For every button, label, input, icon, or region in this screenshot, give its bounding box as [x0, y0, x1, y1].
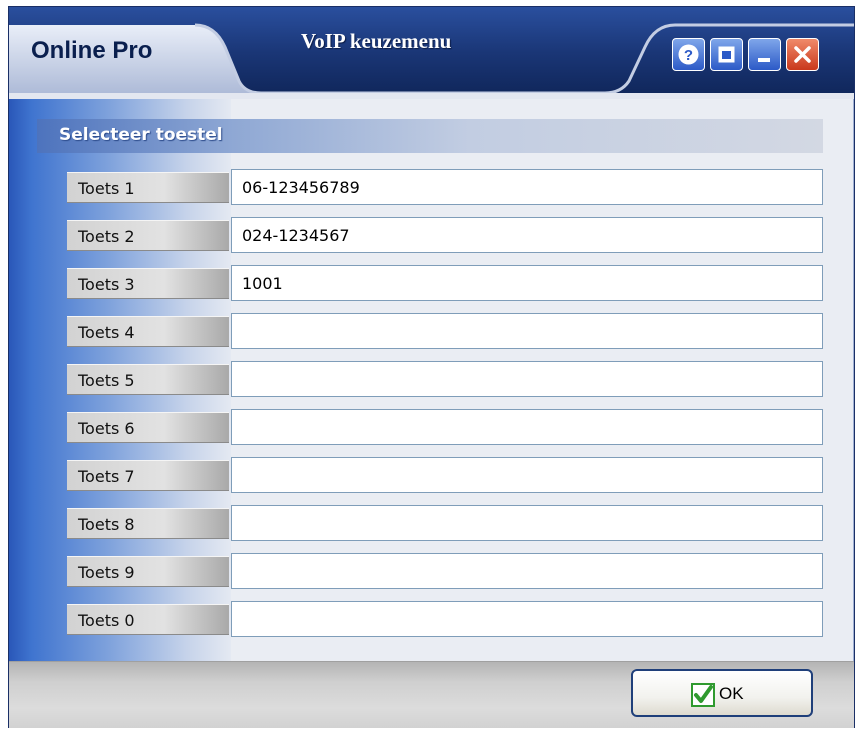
key-1-input[interactable]: [231, 169, 823, 205]
key-5-input[interactable]: [231, 361, 823, 397]
key-label-text: Toets 4: [78, 323, 135, 342]
key-label-0: Toets 0: [67, 604, 229, 635]
key-2-input[interactable]: [231, 217, 823, 253]
key-label-5: Toets 5: [67, 364, 229, 395]
window-title: VoIP keuzemenu: [301, 29, 452, 53]
key-label-text: Toets 1: [78, 179, 135, 198]
key-3-input[interactable]: [231, 265, 823, 301]
key-label-9: Toets 9: [67, 556, 229, 587]
section-title: Selecteer toestel: [59, 125, 223, 145]
key-9-input[interactable]: [231, 553, 823, 589]
key-label-text: Toets 5: [78, 371, 135, 390]
key-label-2: Toets 2: [67, 220, 229, 251]
svg-text:?: ?: [684, 47, 693, 64]
restore-icon: [718, 46, 735, 63]
checkmark-icon: [691, 683, 715, 707]
minimize-button[interactable]: [748, 38, 781, 71]
titlebar[interactable]: Online Pro VoIP keuzemenu ?: [9, 7, 854, 99]
help-icon: ?: [678, 44, 699, 65]
key-0-input[interactable]: [231, 601, 823, 637]
key-label-text: Toets 7: [78, 467, 135, 486]
key-4-input[interactable]: [231, 313, 823, 349]
key-label-6: Toets 6: [67, 412, 229, 443]
restore-button[interactable]: [710, 38, 743, 71]
key-label-4: Toets 4: [67, 316, 229, 347]
app-name: Online Pro: [31, 37, 153, 64]
ok-button[interactable]: OK: [631, 669, 813, 717]
key-label-text: Toets 3: [78, 275, 135, 294]
key-label-text: Toets 0: [78, 611, 135, 630]
key-label-7: Toets 7: [67, 460, 229, 491]
key-7-input[interactable]: [231, 457, 823, 493]
key-label-8: Toets 8: [67, 508, 229, 539]
ok-label: OK: [719, 684, 744, 703]
key-8-input[interactable]: [231, 505, 823, 541]
key-label-text: Toets 8: [78, 515, 135, 534]
close-icon: [794, 46, 811, 63]
help-button[interactable]: ?: [672, 38, 705, 71]
key-label-text: Toets 6: [78, 419, 135, 438]
close-button[interactable]: [786, 38, 819, 71]
key-label-text: Toets 2: [78, 227, 135, 246]
key-label-3: Toets 3: [67, 268, 229, 299]
key-6-input[interactable]: [231, 409, 823, 445]
dialog-window: Online Pro VoIP keuzemenu ? Selecteer to…: [8, 6, 855, 728]
key-label-text: Toets 9: [78, 563, 135, 582]
minimize-icon: [758, 58, 770, 62]
key-label-1: Toets 1: [67, 172, 229, 203]
